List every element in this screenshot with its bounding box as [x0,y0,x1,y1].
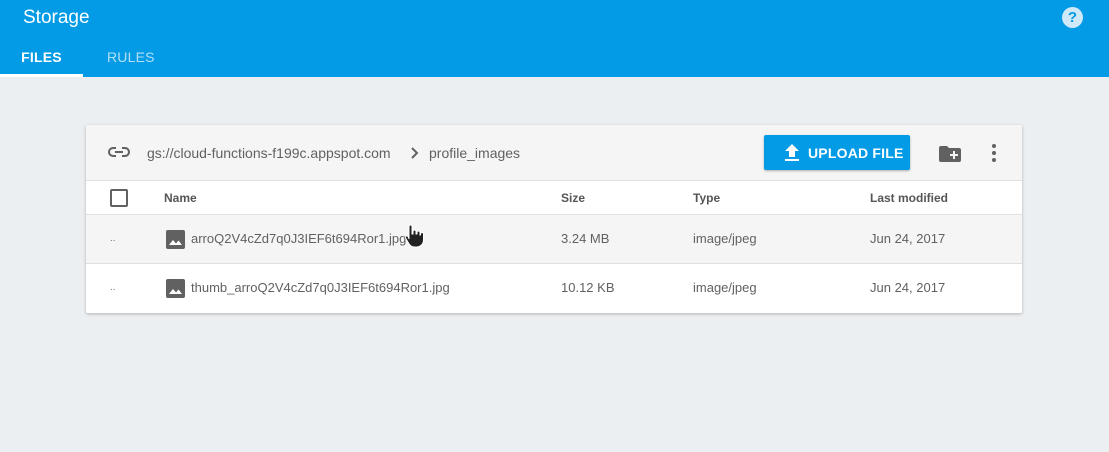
file-last-modified: Jun 24, 2017 [870,231,946,246]
table-row[interactable]: .. arroQ2V4cZd7q0J3IEF6t694Ror1.jpg 3.24… [86,215,1022,264]
row-marker: .. [110,233,116,244]
create-new-folder-icon[interactable] [939,144,961,162]
tab-files[interactable]: FILES [0,48,83,77]
breadcrumb: gs://cloud-functions-f199c.appspot.com p… [86,125,1022,181]
upload-icon [785,144,799,161]
page-title: Storage [23,7,90,28]
tab-files-label: FILES [21,49,62,65]
more-vert-icon[interactable] [986,142,1002,164]
upload-file-label: UPLOAD FILE [808,145,904,161]
file-browser-card: gs://cloud-functions-f199c.appspot.com p… [86,125,1022,313]
app-header: Storage ? FILES RULES [0,0,1109,77]
column-header-name[interactable]: Name [164,191,197,205]
column-header-last-modified[interactable]: Last modified [870,191,948,205]
table-row[interactable]: .. thumb_arroQ2V4cZd7q0J3IEF6t694Ror1.jp… [86,264,1022,313]
breadcrumb-bucket[interactable]: gs://cloud-functions-f199c.appspot.com [147,145,391,161]
tab-rules[interactable]: RULES [107,48,155,77]
file-size: 3.24 MB [561,231,610,246]
file-last-modified: Jun 24, 2017 [870,280,946,295]
file-name[interactable]: thumb_arroQ2V4cZd7q0J3IEF6t694Ror1.jpg [191,280,450,295]
breadcrumb-folder[interactable]: profile_images [429,145,520,161]
image-icon [166,279,185,298]
file-size: 10.12 KB [561,280,615,295]
column-header-type[interactable]: Type [693,191,720,205]
row-marker: .. [110,282,116,293]
select-all-checkbox[interactable] [110,189,128,207]
link-icon [108,147,130,157]
hand-cursor-icon [404,224,424,248]
table-header: Name Size Type Last modified [86,181,1022,215]
upload-file-button[interactable]: UPLOAD FILE [764,135,910,170]
column-header-size[interactable]: Size [561,191,585,205]
file-name[interactable]: arroQ2V4cZd7q0J3IEF6t694Ror1.jpg [191,231,406,246]
file-type: image/jpeg [693,231,757,246]
file-type: image/jpeg [693,280,757,295]
tab-rules-label: RULES [107,49,155,65]
image-icon [166,230,185,249]
chevron-right-icon [411,147,419,159]
help-icon[interactable]: ? [1062,7,1083,28]
